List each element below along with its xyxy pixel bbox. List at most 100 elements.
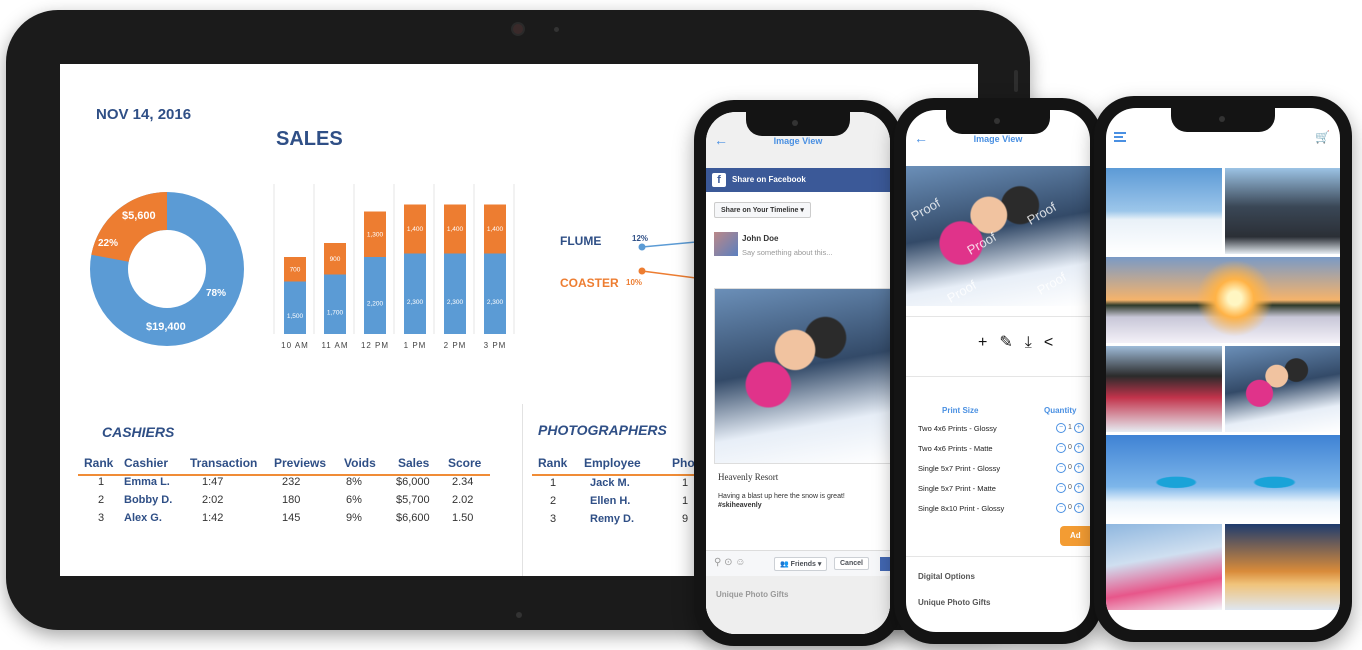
table-cell: 3 xyxy=(98,512,105,524)
plus-icon[interactable]: + xyxy=(1073,443,1084,453)
user-name: John Doe xyxy=(742,234,779,243)
quantity-value: 1 xyxy=(1067,424,1072,431)
proof-watermark: Proof xyxy=(964,229,999,258)
add-icon[interactable]: + xyxy=(978,334,999,351)
camera xyxy=(511,22,525,36)
card-text: Having a blast up here the snow is great… xyxy=(718,492,890,510)
minus-icon[interactable]: − xyxy=(1056,483,1066,493)
digital-options-link[interactable]: Digital Options xyxy=(918,572,975,581)
gallery-photo[interactable] xyxy=(1224,168,1340,254)
home-indicator xyxy=(516,612,522,618)
bar-value-label: 2,300 xyxy=(487,299,504,306)
post-message-input[interactable]: Say something about this... xyxy=(742,248,832,257)
tag-location-emoji-icons[interactable]: ⚲ ⊙ ☺ xyxy=(714,557,745,568)
audience-label: Friends xyxy=(790,561,816,568)
donut-small-value: $5,600 xyxy=(122,210,156,222)
col-previews: Previews xyxy=(274,456,327,470)
bar-value-label: 1,700 xyxy=(327,309,344,316)
table-cell: 2.02 xyxy=(452,494,474,506)
menu-icon[interactable] xyxy=(1114,132,1126,142)
minus-icon[interactable]: − xyxy=(1056,423,1066,433)
photo-grid xyxy=(1106,168,1340,630)
col-rank: Rank xyxy=(84,456,114,470)
quantity-stepper[interactable]: − 0 + xyxy=(1056,443,1084,453)
gallery-photo[interactable] xyxy=(1106,524,1222,610)
timeline-select[interactable]: Share on Your Timeline ▾ xyxy=(714,202,811,218)
proof-watermark: Proof xyxy=(944,277,979,306)
gallery-photo[interactable] xyxy=(1106,435,1340,521)
table-row: 1 Emma L. 1:47 232 8% $6,000 2.34 xyxy=(98,476,492,488)
download-icon[interactable]: ⤓ xyxy=(1025,334,1044,351)
bar-value-label: 1,400 xyxy=(487,226,504,233)
gallery-photo[interactable] xyxy=(1106,346,1222,432)
phone3-screen: 🛒 xyxy=(1106,108,1340,630)
gallery-photo[interactable] xyxy=(1106,257,1340,343)
gallery-photo[interactable] xyxy=(1106,168,1222,254)
add-to-cart-button[interactable]: Ad xyxy=(1060,526,1090,546)
table-row: 1 Jack M. 1 xyxy=(550,477,702,489)
minus-icon[interactable]: − xyxy=(1056,443,1066,453)
divider xyxy=(906,376,1090,377)
col-print-size: Print Size xyxy=(942,406,979,415)
proof-watermark: Proof xyxy=(1024,199,1059,228)
quantity-stepper[interactable]: − 1 + xyxy=(1056,423,1084,433)
product-showcase: NOV 14, 2016 SALES $5,600 22% 78% $19,40… xyxy=(0,0,1362,650)
divider xyxy=(906,556,1090,557)
timeline-select-label: Share on Your Timeline xyxy=(721,207,799,214)
plus-icon[interactable]: + xyxy=(1073,423,1084,433)
quantity-stepper[interactable]: − 0 + xyxy=(1056,483,1084,493)
gallery-photo[interactable] xyxy=(1224,524,1340,610)
col-transaction: Transaction xyxy=(190,456,258,470)
table-cell: $5,700 xyxy=(396,494,430,506)
audience-button[interactable]: 👥 Friends ▾ xyxy=(774,557,828,571)
quantity-stepper[interactable]: − 0 + xyxy=(1056,463,1084,473)
proof-photo: Proof Proof Proof Proof Proof xyxy=(906,166,1090,306)
post-button[interactable] xyxy=(880,557,890,571)
side-button xyxy=(1014,70,1018,92)
bar-value-label: 900 xyxy=(330,256,341,263)
col-rank: Rank xyxy=(538,456,568,470)
table-cell: 1.50 xyxy=(452,512,474,524)
legend-label-flume: FLUME xyxy=(560,234,602,248)
quantity-stepper[interactable]: − 0 + xyxy=(1056,503,1084,513)
edit-icon[interactable]: ✎ xyxy=(999,334,1024,351)
bar-blue xyxy=(404,253,426,334)
table-cell: 232 xyxy=(282,476,301,488)
gallery-photo[interactable] xyxy=(1224,346,1340,432)
table-cell: 2.34 xyxy=(452,476,474,488)
cashiers-title: CASHIERS xyxy=(102,424,175,440)
plus-icon[interactable]: + xyxy=(1073,483,1084,493)
x-tick-label: 1 PM xyxy=(404,341,427,350)
table-cell: $6,600 xyxy=(396,512,430,524)
bar-blue xyxy=(484,253,506,334)
table-cell: 1:47 xyxy=(202,476,224,488)
col-quantity: Quantity xyxy=(1044,406,1077,415)
phone-print-order: ← Image View Proof Proof Proof Proof Pro… xyxy=(894,98,1102,644)
table-cell: Alex G. xyxy=(124,512,162,524)
table-cell: 145 xyxy=(282,512,301,524)
legend-connectors xyxy=(638,241,696,279)
share-icon[interactable]: < xyxy=(1044,334,1065,351)
unique-gifts-link[interactable]: Unique Photo Gifts xyxy=(918,598,990,607)
bar-value-label: 700 xyxy=(290,266,301,273)
share-bar-label: Share on Facebook xyxy=(732,175,806,184)
plus-icon[interactable]: + xyxy=(1073,503,1084,513)
cart-icon[interactable]: 🛒 xyxy=(1315,130,1330,144)
minus-icon[interactable]: − xyxy=(1056,463,1066,473)
print-option-label: Single 5x7 Print - Glossy xyxy=(918,464,1001,473)
col-cashier: Cashier xyxy=(124,456,169,470)
bar-value-label: 1,500 xyxy=(287,313,304,320)
minus-icon[interactable]: − xyxy=(1056,503,1066,513)
bar-value-label: 1,400 xyxy=(407,226,424,233)
table-cell: 1 xyxy=(98,476,105,488)
cancel-button[interactable]: Cancel xyxy=(834,557,869,570)
screen-title: Image View xyxy=(773,136,823,146)
table-row: 3 Alex G. 1:42 145 9% $6,600 1.50 xyxy=(98,512,492,524)
bar-value-label: 1,300 xyxy=(367,231,384,238)
plus-icon[interactable]: + xyxy=(1073,463,1084,473)
legend-label-coaster: COASTER xyxy=(560,276,619,290)
print-option-label: Two 4x6 Prints - Glossy xyxy=(918,424,997,433)
phone-notch xyxy=(946,110,1050,134)
donut-small-pct: 22% xyxy=(98,238,118,249)
bar-blue xyxy=(444,253,466,334)
